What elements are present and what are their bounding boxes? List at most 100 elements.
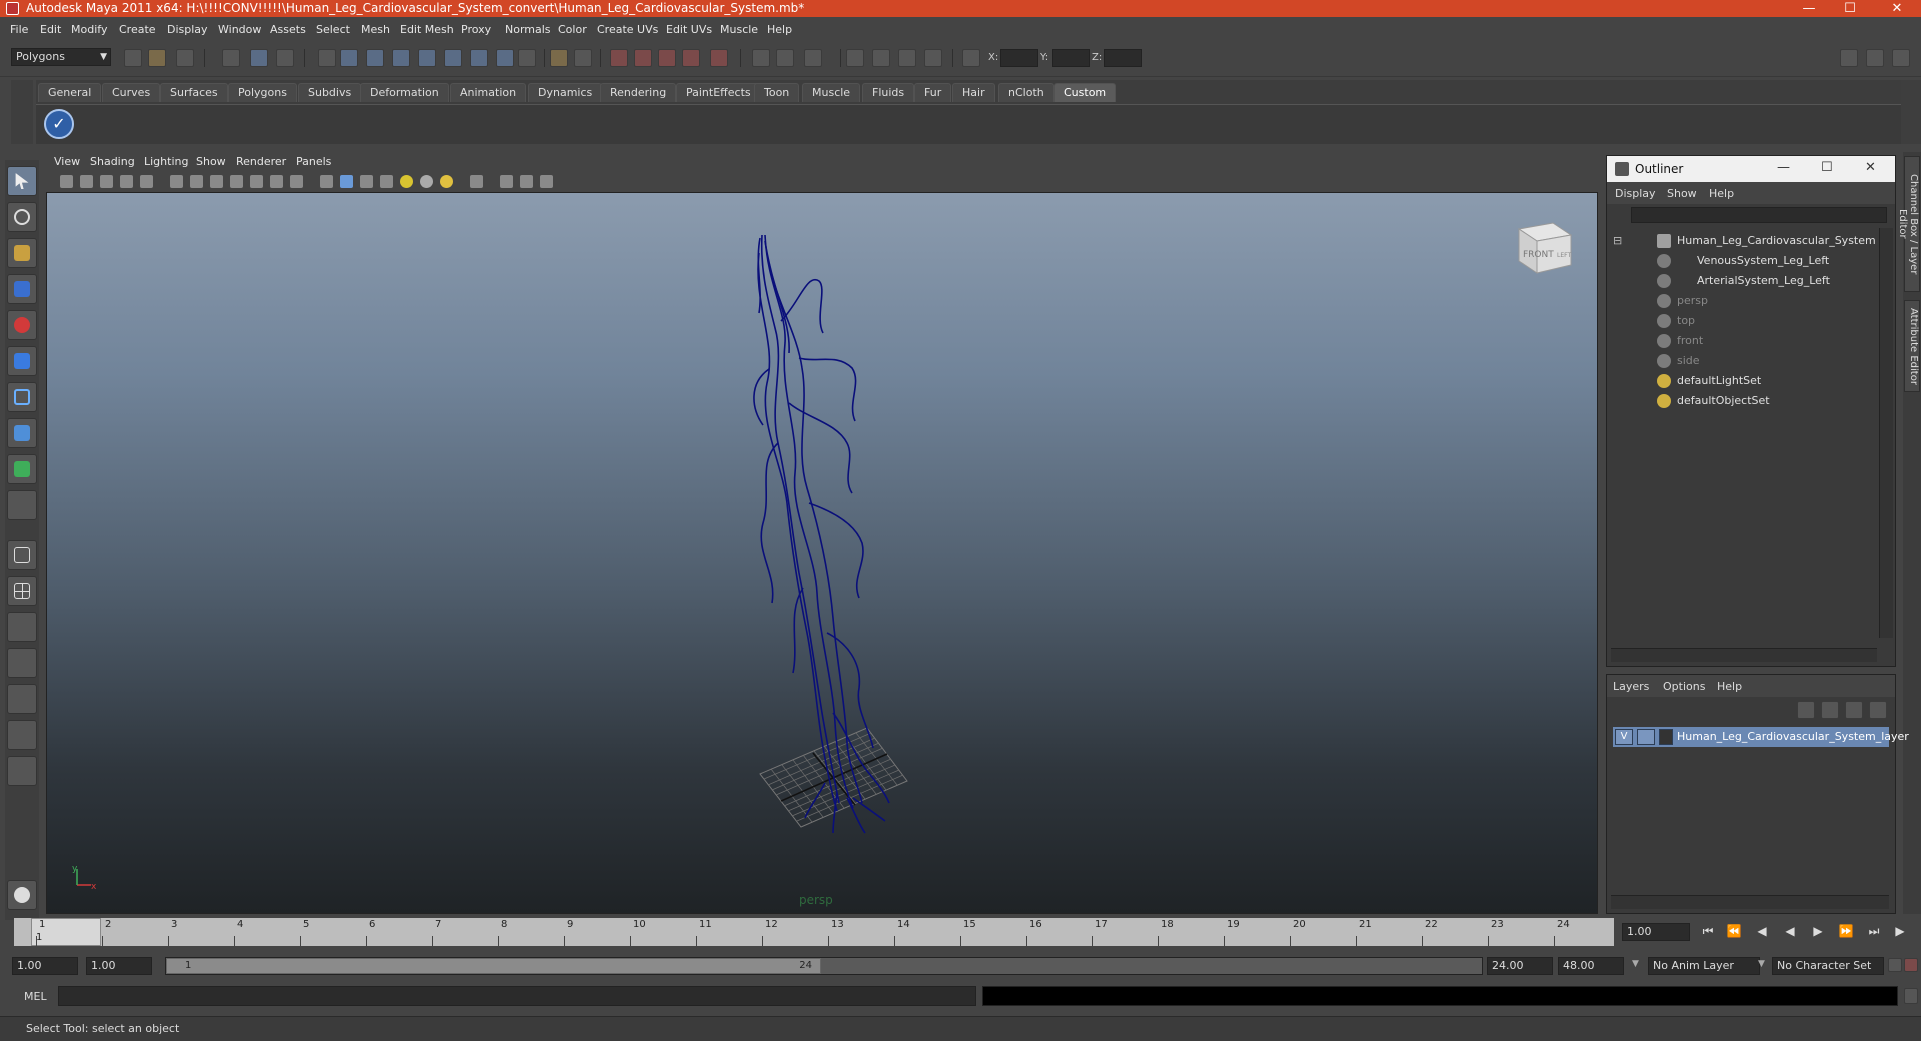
shelf-tab-hair[interactable]: Hair <box>952 83 995 102</box>
auto-key-icon[interactable] <box>1888 958 1902 972</box>
snap-live-icon[interactable] <box>470 49 488 67</box>
shelf-tab-fur[interactable]: Fur <box>914 83 952 102</box>
soft-modification-icon[interactable] <box>7 418 37 448</box>
resolution-gate-icon[interactable] <box>210 175 223 188</box>
create-empty-layer-icon[interactable] <box>1845 701 1863 719</box>
outliner-item[interactable]: ⊟ Human_Leg_Cardiovascular_System <box>1611 232 1876 250</box>
universal-manipulator-icon[interactable] <box>7 382 37 412</box>
maximize-button[interactable]: ☐ <box>1827 0 1873 17</box>
outliner-item[interactable]: side <box>1611 352 1871 370</box>
layer-visibility-toggle[interactable]: V <box>1615 729 1633 745</box>
dope-sheet-icon[interactable] <box>898 49 916 67</box>
snap-options-icon[interactable] <box>496 49 514 67</box>
perspective-viewport[interactable]: FRONT LEFT x y persp <box>46 192 1598 914</box>
outliner-item[interactable]: defaultObjectSet <box>1611 392 1871 410</box>
smooth-shade-icon[interactable] <box>340 175 353 188</box>
minimize-button[interactable]: — <box>1786 0 1832 17</box>
outliner-minimize-button[interactable]: — <box>1777 160 1790 175</box>
viewport-menu-lighting[interactable]: Lighting <box>144 155 188 168</box>
scale-tool-icon[interactable] <box>7 346 37 376</box>
snap-point-icon[interactable] <box>392 49 410 67</box>
time-slider[interactable]: 1 1 2 3 4 5 6 7 8 9 10 11 12 13 14 15 16 17 18 19 20 21 22 23 2… <box>14 918 1614 946</box>
select-tool-icon[interactable] <box>7 166 37 196</box>
x-field[interactable] <box>1000 49 1038 67</box>
shadows-icon[interactable] <box>440 175 453 188</box>
menu-select[interactable]: Select <box>316 23 350 36</box>
rotate-tool-icon[interactable] <box>7 310 37 340</box>
outliner-close-button[interactable]: ✕ <box>1865 160 1876 175</box>
viewport-menu-view[interactable]: View <box>54 155 80 168</box>
single-pane-layout-icon[interactable] <box>7 540 37 570</box>
trax-editor-icon[interactable] <box>872 49 890 67</box>
outliner-item[interactable]: front <box>1611 332 1871 350</box>
shelf-tab-custom[interactable]: Custom <box>1054 83 1117 102</box>
menu-create[interactable]: Create <box>119 23 156 36</box>
textured-icon[interactable] <box>380 175 393 188</box>
graph-persp-layout-icon[interactable] <box>7 648 37 678</box>
safe-action-icon[interactable] <box>270 175 283 188</box>
custom-layout-icon[interactable] <box>7 720 37 750</box>
shelf-tab-rendering[interactable]: Rendering <box>600 83 677 102</box>
snap-view-plane-icon[interactable] <box>418 49 436 67</box>
shelf-tab-dynamics[interactable]: Dynamics <box>528 83 603 102</box>
script-editor-icon[interactable] <box>1904 988 1918 1004</box>
layer-menu-options[interactable]: Options <box>1663 680 1705 693</box>
show-manipulator-icon[interactable] <box>7 454 37 484</box>
outliner-item[interactable]: defaultLightSet <box>1611 372 1871 390</box>
render-view-icon[interactable] <box>710 49 728 67</box>
shelf-tab-general[interactable]: General <box>38 83 102 102</box>
step-forward-frame-icon[interactable]: ▶ <box>1890 924 1910 942</box>
menu-proxy[interactable]: Proxy <box>461 23 491 36</box>
absolute-transform-icon[interactable] <box>962 49 980 67</box>
go-to-end-icon[interactable]: ⏭ <box>1864 924 1884 942</box>
layer-playback-toggle[interactable] <box>1637 729 1655 745</box>
snap-grid-icon[interactable] <box>340 49 358 67</box>
playback-end-field[interactable]: 24.00 <box>1487 957 1553 975</box>
field-chart-icon[interactable] <box>250 175 263 188</box>
select-component-icon[interactable] <box>276 49 294 67</box>
select-object-icon[interactable] <box>250 49 268 67</box>
viewport-menu-panels[interactable]: Panels <box>296 155 331 168</box>
select-hierarchy-icon[interactable] <box>222 49 240 67</box>
menu-modify[interactable]: Modify <box>71 23 107 36</box>
layout-options-icon[interactable] <box>7 756 37 786</box>
xray-icon[interactable] <box>500 175 513 188</box>
outliner-menu-show[interactable]: Show <box>1667 187 1697 200</box>
range-slider[interactable]: 1 24 <box>165 957 1483 975</box>
shelf-tab-deformation[interactable]: Deformation <box>360 83 449 102</box>
shelf-tab-animation[interactable]: Animation <box>450 83 527 102</box>
isolate-select-icon[interactable] <box>470 175 483 188</box>
shelf-tab-muscle[interactable]: Muscle <box>802 83 861 102</box>
outliner-item[interactable]: persp <box>1611 292 1871 310</box>
safe-title-icon[interactable] <box>290 175 303 188</box>
menu-create-uvs[interactable]: Create UVs <box>597 23 658 36</box>
last-tool-icon[interactable] <box>7 490 37 520</box>
menu-color[interactable]: Color <box>558 23 587 36</box>
layer-color-swatch[interactable] <box>1659 729 1673 745</box>
character-set-selector[interactable]: No Character Set <box>1772 957 1884 975</box>
image-plane-icon[interactable] <box>120 175 133 188</box>
render-settings-icon[interactable] <box>658 49 676 67</box>
step-back-key-icon[interactable]: ⏪ <box>1724 924 1744 942</box>
toggle-sidebar-icon[interactable] <box>1840 49 1858 67</box>
step-back-frame-icon[interactable]: ◀ <box>1752 924 1772 942</box>
wireframe-icon[interactable] <box>170 175 183 188</box>
menu-help[interactable]: Help <box>767 23 792 36</box>
menu-display[interactable]: Display <box>167 23 208 36</box>
paint-select-tool-icon[interactable] <box>7 238 37 268</box>
menu-window[interactable]: Window <box>218 23 261 36</box>
playback-start-field[interactable]: 1.00 <box>86 957 152 975</box>
outliner-item[interactable]: ArterialSystem_Leg_Left <box>1611 272 1871 290</box>
new-scene-icon[interactable] <box>124 49 142 67</box>
viewport-menu-shading[interactable]: Shading <box>90 155 135 168</box>
shelf-tab-toon[interactable]: Toon <box>754 83 800 102</box>
menu-edit[interactable]: Edit <box>40 23 61 36</box>
show-channel-box-icon[interactable] <box>804 49 822 67</box>
save-scene-icon[interactable] <box>176 49 194 67</box>
camera-attributes-icon[interactable] <box>80 175 93 188</box>
lock-selection-icon[interactable] <box>318 49 336 67</box>
shelf-tab-surfaces[interactable]: Surfaces <box>160 83 228 102</box>
xray-joints-icon[interactable] <box>520 175 533 188</box>
menu-assets[interactable]: Assets <box>270 23 306 36</box>
anim-layer-selector[interactable]: No Anim Layer <box>1648 957 1760 975</box>
